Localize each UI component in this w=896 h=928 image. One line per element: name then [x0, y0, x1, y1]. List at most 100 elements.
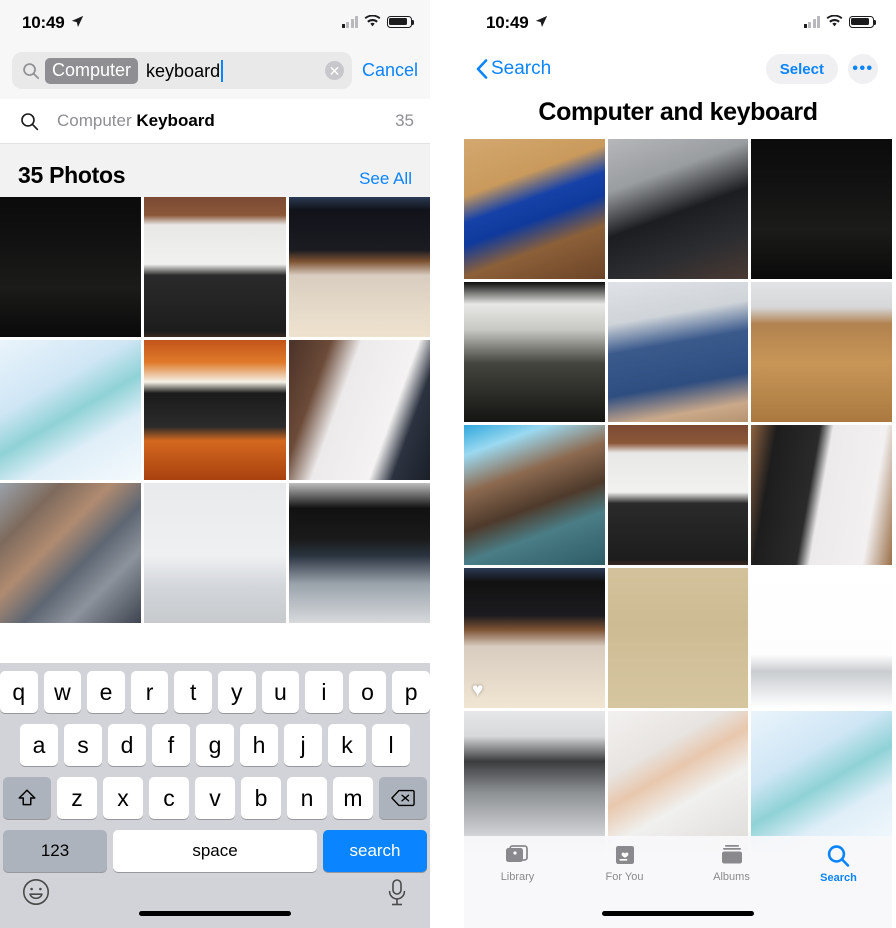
status-time: 10:49 — [22, 13, 65, 32]
key-m[interactable]: m — [333, 777, 373, 819]
for-you-heart-icon — [613, 844, 637, 867]
see-all-button[interactable]: See All — [359, 169, 412, 189]
key-r[interactable]: r — [130, 671, 169, 713]
search-icon — [20, 112, 39, 131]
backspace-icon[interactable] — [379, 777, 427, 819]
photo-bw-person-at-imac[interactable] — [751, 139, 892, 279]
key-v[interactable]: v — [195, 777, 235, 819]
select-button[interactable]: Select — [765, 54, 838, 84]
key-f[interactable]: f — [152, 724, 190, 766]
keyboard-row-3: zxcvbnm — [0, 777, 430, 819]
key-s[interactable]: s — [64, 724, 102, 766]
key-d[interactable]: d — [108, 724, 146, 766]
key-x[interactable]: x — [103, 777, 143, 819]
key-p[interactable]: p — [392, 671, 430, 713]
key-l[interactable]: l — [372, 724, 410, 766]
microphone-icon[interactable] — [386, 878, 408, 908]
keyboard-row-4: 123 space search — [0, 830, 430, 872]
tab-for-you[interactable]: For You — [571, 844, 678, 883]
location-arrow-icon — [535, 15, 548, 28]
keyboard-row-2: asdfghjkl — [0, 724, 430, 766]
search-icon — [22, 62, 40, 80]
cellular-bars-icon — [803, 15, 820, 28]
photo-hands-typing-bright[interactable] — [0, 340, 142, 480]
back-button[interactable]: Search — [476, 58, 551, 80]
nav-actions: Select ••• — [765, 54, 878, 84]
cancel-button[interactable]: Cancel — [362, 60, 418, 81]
photo-imac-desk-flatlay[interactable] — [751, 282, 892, 422]
suggestion-label: Computer Keyboard — [57, 111, 215, 130]
photos-library-icon — [505, 844, 531, 867]
photo-man-blue-shirt-smiling[interactable] — [607, 282, 749, 422]
photo-imac-blank-screen[interactable] — [751, 568, 892, 708]
key-a[interactable]: a — [20, 724, 58, 766]
keyboard-row-1: qwertyuiop — [0, 671, 430, 713]
status-time: 10:49 — [486, 13, 529, 32]
search-bar-container: Computer keyboard ✕ Cancel — [0, 46, 430, 99]
tab-label: Albums — [713, 871, 750, 883]
photo-bw-child-at-imac-office[interactable] — [464, 282, 605, 422]
tab-label: For You — [605, 871, 644, 883]
key-c[interactable]: c — [149, 777, 189, 819]
search-suggestion-row[interactable]: Computer Keyboard 35 — [0, 99, 430, 144]
key-w[interactable]: w — [43, 671, 82, 713]
numbers-key[interactable]: 123 — [3, 830, 107, 872]
photo-colorful-monitor-orange[interactable] — [144, 340, 286, 480]
key-j[interactable]: j — [284, 724, 322, 766]
tab-albums[interactable]: Albums — [678, 844, 785, 883]
photo-macbook-keyboard-strap[interactable]: ♥ — [464, 568, 605, 708]
tab-label: Library — [500, 871, 535, 883]
search-query-text: keyboard — [146, 60, 221, 81]
favorite-heart-icon: ♥ — [472, 680, 484, 701]
photo-bw-person-at-imac[interactable] — [0, 197, 142, 337]
key-g[interactable]: g — [196, 724, 234, 766]
key-n[interactable]: n — [287, 777, 327, 819]
status-bar-right: 10:49 — [464, 0, 892, 46]
home-indicator — [139, 911, 291, 916]
key-i[interactable]: i — [305, 671, 343, 713]
photo-two-keyboards-on-desk[interactable] — [144, 197, 286, 337]
key-q[interactable]: q — [0, 671, 38, 713]
photo-finger-pressing-key[interactable] — [607, 711, 749, 851]
search-input[interactable]: Computer keyboard ✕ — [12, 52, 352, 89]
shift-arrow-icon[interactable] — [3, 777, 51, 819]
key-k[interactable]: k — [328, 724, 366, 766]
photo-hands-typing-bright[interactable] — [751, 711, 892, 851]
search-icon — [826, 844, 851, 868]
navigation-bar: Search Select ••• — [464, 46, 892, 92]
key-u[interactable]: u — [261, 671, 300, 713]
key-b[interactable]: b — [241, 777, 281, 819]
tab-library[interactable]: Library — [464, 844, 571, 883]
photo-grid-right: ♥ — [464, 139, 892, 851]
key-h[interactable]: h — [240, 724, 278, 766]
clear-circle-icon[interactable]: ✕ — [324, 61, 344, 80]
photos-section-header: 35 Photos See All — [0, 144, 430, 197]
photo-two-keyboards-on-desk[interactable] — [607, 425, 749, 565]
photo-imac-desk-wall-art[interactable] — [144, 483, 286, 623]
key-t[interactable]: t — [174, 671, 212, 713]
photo-child-in-pajamas-imac[interactable] — [464, 425, 605, 565]
albums-stack-icon — [719, 844, 745, 867]
search-key[interactable]: search — [323, 830, 427, 872]
search-token-computer[interactable]: Computer — [45, 57, 139, 84]
photo-child-at-crt-monitor[interactable] — [464, 139, 605, 279]
photo-bw-imac-keyboard-mouse[interactable] — [464, 711, 605, 851]
photo-samsung-device-in-hand[interactable] — [288, 340, 430, 480]
tab-search[interactable]: Search — [785, 844, 892, 884]
emoji-smiley-icon[interactable] — [22, 878, 50, 906]
photo-illustration-desk-education[interactable] — [607, 568, 749, 708]
page-title: 35 Photos — [18, 162, 126, 188]
cellular-bars-icon — [341, 15, 358, 28]
photo-macbook-touch-bar[interactable] — [288, 483, 430, 623]
status-indicators — [341, 15, 415, 28]
key-z[interactable]: z — [57, 777, 97, 819]
key-y[interactable]: y — [218, 671, 256, 713]
photo-child-typing-dark-room[interactable] — [607, 139, 749, 279]
more-options-button[interactable]: ••• — [848, 54, 878, 84]
photo-laptop-keyboard-closeup[interactable] — [288, 197, 430, 337]
photo-black-white-keyboards-wood[interactable] — [751, 425, 892, 565]
key-e[interactable]: e — [87, 671, 125, 713]
space-key[interactable]: space — [113, 830, 317, 872]
key-o[interactable]: o — [348, 671, 387, 713]
photo-blurred-pixelated[interactable] — [0, 483, 142, 623]
